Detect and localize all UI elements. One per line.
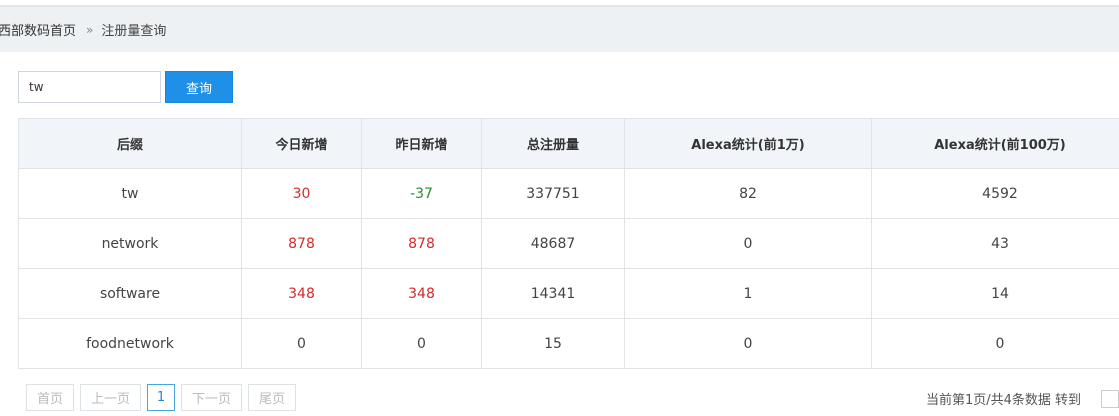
page-info: 当前第1页/共4条数据 转到: [925, 389, 1119, 408]
table-row: software 348 348 14341 1 14: [18, 268, 1119, 319]
header-yesterday-new: 昨日新增: [361, 118, 482, 169]
header-alexa-1m: Alexa统计(前100万): [871, 118, 1119, 169]
prev-page-button[interactable]: 上一页: [80, 384, 142, 411]
search-button[interactable]: 查询: [165, 71, 233, 103]
header-total: 总注册量: [481, 118, 625, 169]
cell-total: 337751: [481, 168, 625, 219]
search-input[interactable]: [18, 71, 161, 103]
cell-today: 0: [241, 318, 362, 369]
last-page-button[interactable]: 尾页: [248, 384, 297, 411]
cell-yesterday: 0: [361, 318, 482, 369]
goto-page-input[interactable]: [1101, 389, 1119, 408]
cell-alexa-1m: 0: [871, 318, 1119, 369]
cell-alexa-10k: 1: [624, 268, 872, 319]
top-border: [0, 0, 1119, 7]
cell-today: 30: [241, 168, 362, 219]
header-alexa-10k: Alexa统计(前1万): [624, 118, 872, 169]
next-page-button[interactable]: 下一页: [181, 384, 243, 411]
cell-today: 348: [241, 268, 362, 319]
table-header-row: 后缀 今日新增 昨日新增 总注册量 Alexa统计(前1万) Alexa统计(前…: [18, 118, 1119, 169]
table-row: network 878 878 48687 0 43: [18, 218, 1119, 269]
cell-yesterday: 348: [361, 268, 482, 319]
breadcrumb-home-link[interactable]: 西部数码首页: [0, 20, 76, 39]
breadcrumb-current: 注册量查询: [101, 24, 167, 39]
cell-alexa-10k: 0: [624, 218, 872, 269]
current-page-button[interactable]: 1: [147, 384, 176, 411]
page-info-text: 当前第1页/共4条数据 转到: [925, 393, 1081, 408]
cell-suffix: foodnetwork: [18, 318, 242, 369]
cell-alexa-10k: 82: [624, 168, 872, 219]
cell-total: 14341: [481, 268, 625, 319]
first-page-button[interactable]: 首页: [26, 384, 75, 411]
cell-alexa-1m: 14: [871, 268, 1119, 319]
cell-suffix: tw: [18, 168, 242, 219]
cell-yesterday: 878: [361, 218, 482, 269]
header-suffix: 后缀: [18, 118, 242, 169]
cell-alexa-1m: 4592: [871, 168, 1119, 219]
cell-suffix: network: [18, 218, 242, 269]
cell-total: 15: [481, 318, 625, 369]
cell-yesterday: -37: [361, 168, 482, 219]
pagination: 首页 上一页 1 下一页 尾页: [26, 384, 297, 411]
table-row: foodnetwork 0 0 15 0 0: [18, 318, 1119, 369]
cell-today: 878: [241, 218, 362, 269]
table-row: tw 30 -37 337751 82 4592: [18, 168, 1119, 219]
header-today-new: 今日新增: [241, 118, 362, 169]
cell-suffix: software: [18, 268, 242, 319]
cell-alexa-1m: 43: [871, 218, 1119, 269]
registration-table: 后缀 今日新增 昨日新增 总注册量 Alexa统计(前1万) Alexa统计(前…: [18, 118, 1119, 369]
breadcrumb-separator-icon: »: [86, 22, 94, 37]
cell-alexa-10k: 0: [624, 318, 872, 369]
breadcrumb: 西部数码首页 » 注册量查询: [0, 7, 1119, 52]
cell-total: 48687: [481, 218, 625, 269]
